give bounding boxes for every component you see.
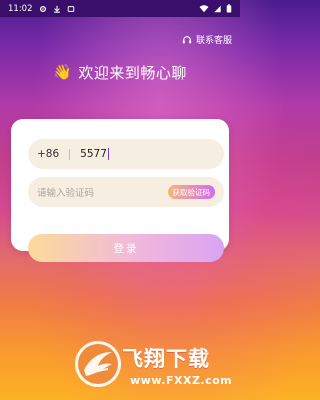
status-left: 11:02 [8,4,75,14]
customer-service-link[interactable]: 联系客服 [182,33,232,46]
status-bar: 11:02 [0,0,240,17]
notification-icon [67,5,75,13]
watermark-logo-icon [72,338,124,390]
welcome-title: 欢迎来到畅心聊 [78,64,187,82]
country-code[interactable]: +86 [37,148,59,160]
headset-icon [182,35,192,45]
wifi-icon [199,4,209,13]
login-button[interactable]: 登录 [28,234,224,262]
status-right [199,4,232,13]
login-card: +86 5577 请输入验证码 获取验证码 登录 [11,119,229,262]
signal-icon [213,5,222,13]
watermark-title: 飞翔下载 [122,347,210,371]
phone-input[interactable]: 5577 [80,148,107,160]
text-cursor [107,148,109,160]
download-icon [53,5,61,13]
battery-icon [226,4,232,13]
phone-field[interactable]: +86 5577 [28,139,224,169]
status-time: 11:02 [8,3,33,14]
get-code-button[interactable]: 获取验证码 [167,185,215,199]
waving-hand-icon: 👋 [53,63,73,81]
verification-code-input[interactable]: 请输入验证码 [37,185,94,199]
welcome-heading: 👋 欢迎来到畅心聊 [0,62,240,83]
field-divider [69,148,71,160]
customer-service-label: 联系客服 [195,36,232,46]
gear-icon [39,5,47,13]
verification-code-field[interactable]: 请输入验证码 获取验证码 [28,177,224,207]
watermark-domain: www.FXXZ.com [130,374,233,387]
